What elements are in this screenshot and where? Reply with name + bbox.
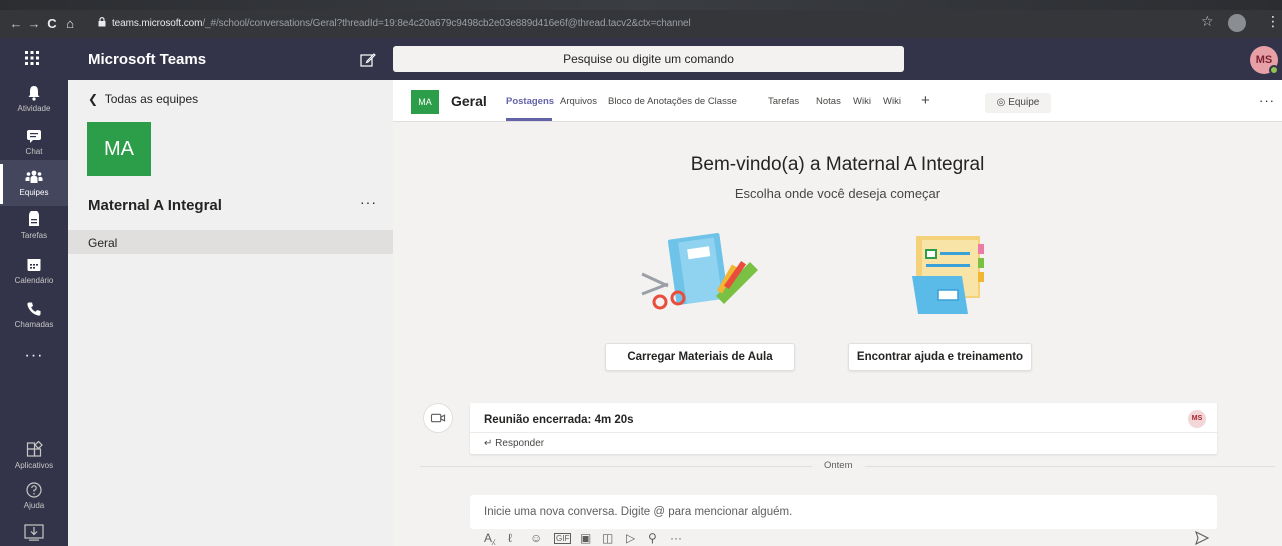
rail-item-chat[interactable]: Chat [0,127,68,156]
rail-label: Chamadas [14,320,54,329]
praise-icon[interactable]: ⚲ [648,531,657,545]
team-avatar: MA [87,122,151,176]
lock-icon [98,17,106,27]
welcome-subtitle: Escolha onde você deseja começar [734,186,941,201]
calendar-icon [27,259,41,271]
rail-label: Equipes [19,188,49,197]
download-app-icon[interactable] [24,524,44,542]
team-more-options-icon[interactable]: ··· [360,194,377,210]
tab-bloco-de-anotacoes[interactable]: Bloco de Anotações de Classe [608,96,737,107]
meeting-ended-card [470,403,1217,454]
rail-label: Chat [25,147,43,156]
meeting-ended-title: Reunião encerrada: 4m 20s [484,414,634,426]
gif-icon[interactable]: GIF [554,533,572,544]
meeting-camera-icon [423,403,453,433]
active-tab-indicator [506,118,552,121]
url-host: teams.microsoft.com [112,18,203,29]
rail-label: Tarefas [20,231,48,240]
app-title: Microsoft Teams [88,51,207,68]
more-options-icon[interactable]: ··· [670,531,682,545]
tab-tarefas[interactable]: Tarefas [768,96,799,107]
back-label: Todas as equipes [104,92,199,106]
reload-icon[interactable]: C [44,15,60,33]
search-input[interactable]: Pesquise ou digite um comando [393,46,904,72]
rail-item-tarefas[interactable]: Tarefas [0,211,68,240]
eye-icon: ◎ [996,97,1006,108]
send-icon[interactable] [1195,531,1209,545]
channel-team-avatar: MA [411,90,439,114]
tab-wiki-2[interactable]: Wiki [883,96,901,107]
rail-item-calendario[interactable]: Calendário [0,256,68,285]
attach-icon[interactable]: ℓ [508,531,512,545]
chevron-left-icon: ❮ [88,92,105,106]
card-divider [470,432,1217,433]
profile-extension-icon[interactable] [1228,14,1246,32]
channel-more-options-icon[interactable]: ··· [1259,93,1275,108]
rail-label: Ajuda [23,501,45,510]
assignments-icon [29,211,39,226]
team-name[interactable]: Maternal A Integral [88,197,222,214]
team-button[interactable]: ◎ Equipe [985,93,1051,113]
rail-label: Calendário [14,276,54,285]
address-bar[interactable]: teams.microsoft.com/_#/school/conversati… [112,18,691,29]
rail-item-ajuda[interactable]: Ajuda [0,481,68,510]
stream-icon[interactable]: ▷ [626,531,635,545]
back-arrow-icon[interactable]: ← [8,15,24,33]
new-chat-icon[interactable] [359,51,377,69]
user-avatar[interactable]: MS [1250,46,1279,75]
tab-arquivos[interactable]: Arquivos [560,96,597,107]
upload-class-materials-button[interactable]: Carregar Materiais de Aula [605,343,795,371]
browser-tab-strip [0,0,1282,10]
bookmark-star-icon[interactable]: ☆ [1201,13,1214,30]
find-help-button[interactable]: Encontrar ajuda e treinamento [848,343,1032,371]
meet-now-icon[interactable]: ◫ [602,531,613,545]
add-tab-icon[interactable]: + [921,92,930,109]
composer-placeholder[interactable]: Inicie uma nova conversa. Digite @ para … [484,506,792,518]
avatar-initials: MS [1255,54,1273,66]
rail-item-chamadas[interactable]: Chamadas [0,300,68,329]
help-icon [26,482,42,498]
bell-icon [28,86,40,101]
reply-button[interactable]: ↵ Responder [484,438,544,449]
team-button-label: Equipe [1008,97,1040,108]
tab-postagens[interactable]: Postagens [506,96,554,107]
rail-more-icon[interactable]: ··· [0,347,68,365]
apps-icon [26,441,43,457]
phone-icon [27,302,41,316]
presence-available-icon [1269,65,1279,75]
rail-label: Atividade [17,104,51,113]
rail-label: Aplicativos [14,461,54,470]
url-path: /_#/school/conversations/Geral?threadId=… [202,18,691,29]
chat-icon [27,130,41,143]
date-separator: Ontem [812,460,865,471]
home-icon[interactable]: ⌂ [62,15,78,33]
tab-notas[interactable]: Notas [816,96,841,107]
sticker-icon[interactable]: ▣ [580,531,591,545]
rail-item-atividade[interactable]: Atividade [0,84,68,113]
format-icon[interactable]: A⁁ [484,531,495,545]
welcome-title: Bem-vindo(a) a Maternal A Integral [690,154,985,175]
reply-label: Responder [495,438,545,449]
teams-icon [25,170,43,183]
channel-name: Geral [451,93,487,109]
participant-avatar: MS [1188,410,1206,428]
channel-label[interactable]: Geral [88,236,117,250]
forward-arrow-icon[interactable]: → [26,15,42,33]
app-launcher-icon[interactable] [24,50,40,66]
browser-menu-icon[interactable]: ⋮ [1266,13,1280,30]
help-training-illustration [912,236,984,314]
back-to-teams-link[interactable]: ❮ Todas as equipes [88,92,198,106]
reply-arrow-icon: ↵ [484,438,496,449]
rail-item-equipes[interactable]: Equipes [0,164,68,204]
class-materials-illustration [641,232,758,310]
emoji-icon[interactable]: ☺ [530,531,542,545]
tab-wiki[interactable]: Wiki [853,96,871,107]
rail-item-aplicativos[interactable]: Aplicativos [0,441,68,470]
